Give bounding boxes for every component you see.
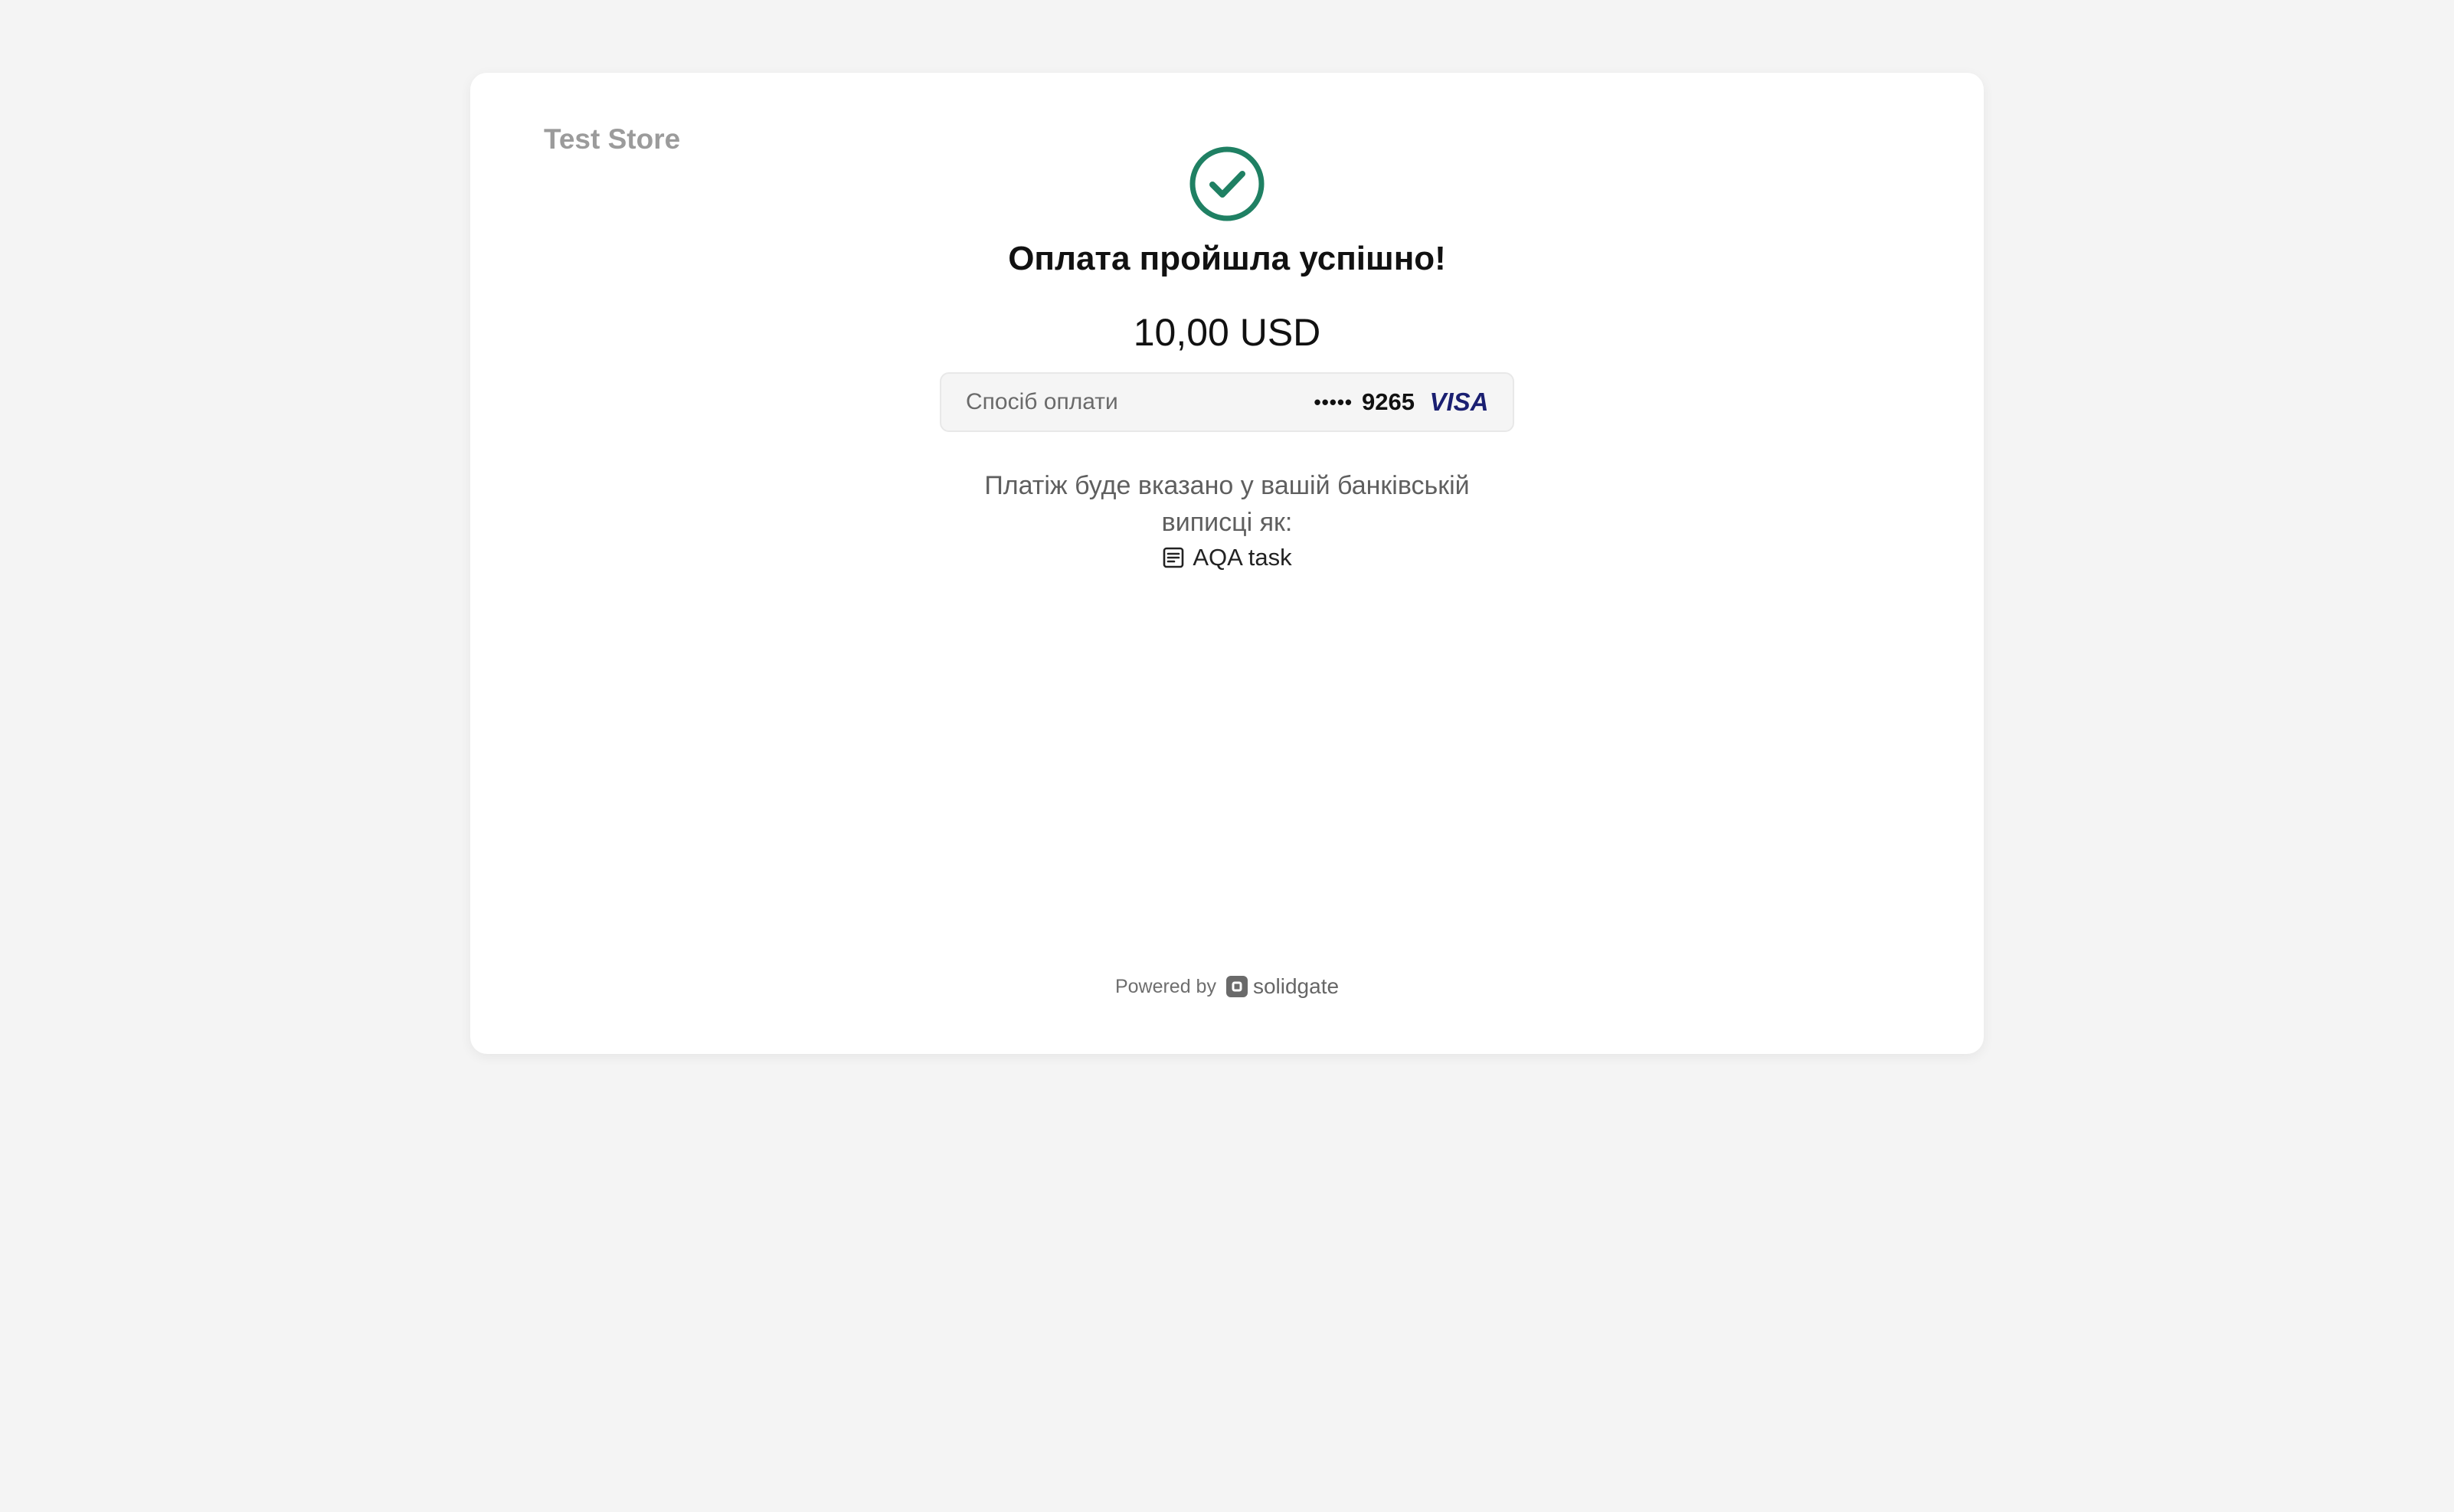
payment-method-label: Спосіб оплати [966, 389, 1118, 414]
masked-card-number: ••••• 9265 [1314, 388, 1415, 416]
receipt-icon [1163, 547, 1184, 568]
powered-by-label: Powered by [1114, 975, 1216, 997]
payment-amount: 10,00 USD [1133, 311, 1321, 354]
card-mask-dots: ••••• [1314, 390, 1353, 414]
solidgate-brand-name: solidgate [1252, 974, 1340, 998]
payment-result-card: Test Store Оплата пройшла успішно! 10,00… [470, 73, 1984, 1054]
solidgate-logo-icon [1225, 976, 1248, 997]
check-circle-icon [1189, 146, 1265, 221]
solidgate-brand[interactable]: solidgate [1225, 974, 1339, 999]
footer: Powered by solidgate [470, 974, 1984, 999]
statement-descriptor-text: AQA task [1193, 544, 1292, 571]
visa-logo-text: VISA [1429, 388, 1488, 416]
payment-method-box: Спосіб оплати ••••• 9265 VISA [940, 372, 1514, 432]
result-content: Оплата пройшла успішно! 10,00 USD Спосіб… [470, 73, 1984, 571]
statement-descriptor: AQA task [1162, 544, 1292, 571]
payment-status-title: Оплата пройшла успішно! [1008, 240, 1446, 277]
visa-logo-icon: VISA [1429, 388, 1488, 416]
card-last4: 9265 [1362, 388, 1415, 415]
statement-note: Платіж буде вказано у вашій банківській … [984, 471, 1470, 537]
